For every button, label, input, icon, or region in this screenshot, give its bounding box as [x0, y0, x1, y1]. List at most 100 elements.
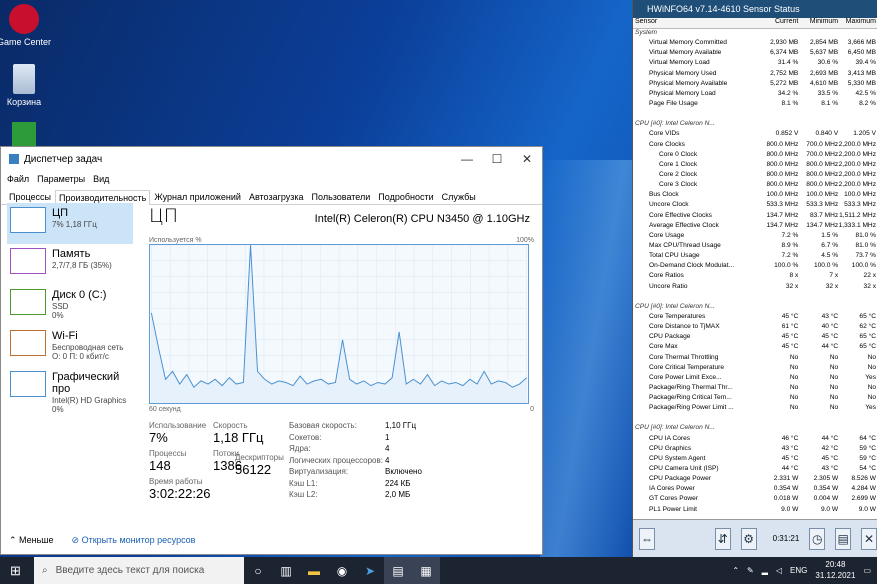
volume-icon[interactable]: ◁ [776, 566, 782, 575]
tab-details[interactable]: Подробности [374, 189, 437, 204]
sensor-row[interactable]: Core 3 Clock 800.0 MHz 800.0 MHz 2,200.0 MH… [633, 180, 877, 190]
sensor-row[interactable]: CPU Graphics 43 °C 42 °C 59 °C [633, 444, 877, 454]
resource-monitor-link[interactable]: ⊘ Открыть монитор ресурсов [72, 535, 196, 546]
sensor-row[interactable]: Max CPU/Thread Usage 8.9 % 6.7 % 81.0 % [633, 241, 877, 251]
sensor-row[interactable]: Average Effective Clock 134.7 MHz 134.7 MH… [633, 221, 877, 231]
sensor-row[interactable]: Core 0 Clock 800.0 MHz 700.0 MHz 2,200.0 MH… [633, 150, 877, 160]
report-button[interactable]: ▤ [835, 527, 852, 550]
task-view-icon[interactable]: ○ [244, 557, 272, 584]
nav-arrows-button[interactable]: ⇔ [639, 527, 655, 550]
sensor-row[interactable]: GT Cores Power 0.018 W 0.004 W 2.699 W [633, 494, 877, 504]
close-icon[interactable]: ✕ [861, 527, 877, 550]
sensor-row[interactable]: CPU System Agent 45 °C 45 °C 59 °C [633, 454, 877, 464]
desktop-icon-game-center[interactable]: Game Center [0, 4, 54, 47]
sensor-row[interactable]: Core Thermal Throttling No No No [633, 353, 877, 363]
tab-startup[interactable]: Автозагрузка [245, 189, 308, 204]
sensor-row[interactable]: Virtual Memory Available 6,374 MB 5,637 MB… [633, 48, 877, 58]
config-button[interactable]: ⚙ [740, 527, 757, 550]
title-bar[interactable]: Диспетчер задач — ☐ ✕ [1, 147, 542, 171]
sensor-row[interactable]: Core Effective Clocks 134.7 MHz 83.7 MHz 1,… [633, 211, 877, 221]
sensor-row[interactable]: Physical Memory Load 34.2 % 33.5 % 42.5 % [633, 89, 877, 99]
file-explorer-icon[interactable]: ▬ [300, 557, 328, 584]
sensor-row[interactable]: IA Cores Power 0.354 W 0.354 W 4.284 W [633, 484, 877, 494]
sensor-row[interactable]: On-Demand Clock Modulat... 100.0 % 100.0 %… [633, 261, 877, 271]
sensor-row[interactable]: CPU Camera Unit (ISP) 44 °C 43 °C 54 °C [633, 464, 877, 474]
sensor-row[interactable]: Core Critical Temperature No No No [633, 363, 877, 373]
resource-gpu[interactable]: Графический про Intel(R) HD Graphics 0% [7, 367, 133, 414]
tray-chevron-icon[interactable]: ⌃ [732, 566, 739, 575]
desktop-icon-recycle-bin[interactable]: Корзина [0, 64, 54, 107]
menu-options[interactable]: Параметры [37, 174, 85, 184]
title-bar[interactable]: HWiNFO64 v7.14-4610 Sensor Status [633, 0, 877, 18]
sensor-row[interactable]: Uncore Ratio 32 x 32 x 32 x [633, 282, 877, 292]
sensor-group-row[interactable]: CPU [#0]: Intel Celeron N... [633, 423, 877, 433]
language-indicator[interactable]: ENG [790, 566, 807, 575]
sensor-row[interactable]: Core Temperatures 45 °C 43 °C 65 °C [633, 312, 877, 322]
sensor-row[interactable]: Core Ratios 8 x 7 x 22 x [633, 271, 877, 281]
sensor-row[interactable]: Physical Memory Used 2,752 MB 2,693 MB 3,41… [633, 69, 877, 79]
search-box[interactable]: ⌕ Введите здесь текст для поиска [34, 557, 244, 584]
resource-wifi[interactable]: Wi-Fi Беспроводная сеть О: 0 П: 0 кбит/с [7, 326, 133, 367]
sensor-table[interactable]: System Virtual Memory Committed 2,930 MB 2,… [633, 28, 877, 519]
sensor-row[interactable]: CPU Package 45 °C 45 °C 65 °C [633, 332, 877, 342]
sensor-row[interactable]: Core Clocks 800.0 MHz 700.0 MHz 2,200.0 MHz [633, 140, 877, 150]
sensor-group-row[interactable]: CPU [#0]: Intel Celeron N... [633, 119, 877, 129]
sensor-row[interactable]: Core Usage 7.2 % 1.5 % 81.0 % [633, 231, 877, 241]
minimize-button[interactable]: — [452, 152, 482, 166]
col-current[interactable]: Current [758, 18, 798, 28]
sensor-row[interactable]: Page File Usage 8.1 % 8.1 % 8.2 % [633, 99, 877, 109]
telegram-icon[interactable]: ➤ [356, 557, 384, 584]
network-button[interactable]: ⇵ [714, 527, 731, 550]
col-sensor[interactable]: Sensor [633, 18, 758, 28]
sensor-row[interactable]: Core 2 Clock 800.0 MHz 800.0 MHz 2,200.0 MH… [633, 170, 877, 180]
col-maximum[interactable]: Maximum [838, 18, 877, 28]
taskbar-app-icon[interactable]: ▥ [272, 557, 300, 584]
hwinfo-window[interactable]: HWiNFO64 v7.14-4610 Sensor Status Sensor… [632, 0, 877, 557]
menu-view[interactable]: Вид [93, 174, 109, 184]
sensor-row[interactable]: Core Power Limit Exce... No No Yes [633, 373, 877, 383]
tray-pen-icon[interactable]: ✎ [747, 566, 754, 575]
sensor-row[interactable]: Package/Ring Thermal Thr... No No No [633, 383, 877, 393]
sensor-row[interactable]: CPU Package Power 2.331 W 2.305 W 8.526 W [633, 474, 877, 484]
tab-app-history[interactable]: Журнал приложений [150, 189, 245, 204]
sensor-row[interactable]: Virtual Memory Committed 2,930 MB 2,854 MB… [633, 38, 877, 48]
clock-icon[interactable]: ◷ [809, 527, 826, 550]
menu-file[interactable]: Файл [7, 174, 29, 184]
sensor-group-row[interactable]: CPU [#0]: Intel Celeron N... [633, 302, 877, 312]
minimum-value: 0.004 W [813, 495, 839, 503]
sensor-row[interactable]: Core Max 45 °C 44 °C 65 °C [633, 342, 877, 352]
sensor-row[interactable]: Core Distance to TjMAX 61 °C 40 °C 62 °C [633, 322, 877, 332]
resource-disk[interactable]: Диск 0 (C:) SSD 0% [7, 285, 133, 326]
sensor-row[interactable]: Package/Ring Power Limit ... No No Yes [633, 403, 877, 413]
sensor-name: Virtual Memory Committed [649, 39, 727, 47]
fewer-details-button[interactable]: ⌃ Меньше [9, 535, 54, 546]
sensor-group-row[interactable]: System [633, 28, 877, 38]
sensor-row[interactable]: Physical Memory Available 5,272 MB 4,610 M… [633, 79, 877, 89]
sensor-row[interactable]: Uncore Clock 533.3 MHz 533.3 MHz 533.3 MHz [633, 200, 877, 210]
tab-users[interactable]: Пользователи [308, 189, 375, 204]
start-windows-icon[interactable]: ⊞ [10, 563, 21, 579]
sensor-row[interactable]: Bus Clock 100.0 MHz 100.0 MHz 100.0 MHz [633, 190, 877, 200]
tab-processes[interactable]: Процессы [5, 189, 55, 204]
sensor-row[interactable]: Package/Ring Critical Tem... No No No [633, 393, 877, 403]
sensor-row[interactable]: CPU IA Cores 46 °C 44 °C 64 °C [633, 434, 877, 444]
close-button[interactable]: ✕ [512, 152, 542, 166]
task-manager-window[interactable]: Диспетчер задач — ☐ ✕ Файл Параметры Вид… [0, 146, 543, 555]
maximize-button[interactable]: ☐ [482, 152, 512, 166]
resource-memory[interactable]: Память 2,7/7,8 ГБ (35%) [7, 244, 133, 285]
col-minimum[interactable]: Minimum [798, 18, 838, 28]
resource-cpu[interactable]: ЦП 7% 1,18 ГГц [7, 203, 133, 244]
chrome-icon[interactable]: ◉ [328, 557, 356, 584]
clock[interactable]: 20:48 31.12.2021 [815, 559, 855, 581]
task-manager-taskbar-icon[interactable]: ▤ [384, 557, 412, 584]
notifications-icon[interactable]: ▭ [863, 566, 871, 575]
sensor-row[interactable]: Core VIDs 0.852 V 0.840 V 1.205 V [633, 129, 877, 139]
minimum-value: 40 °C [821, 323, 839, 331]
network-icon[interactable]: ▂ [762, 566, 768, 575]
sensor-row[interactable]: Virtual Memory Load 31.4 % 30.6 % 39.4 % [633, 58, 877, 68]
tab-services[interactable]: Службы [438, 189, 480, 204]
sensor-row[interactable]: PL1 Power Limit 9.0 W 9.0 W 9.0 W [633, 505, 877, 515]
sensor-row[interactable]: Core 1 Clock 800.0 MHz 800.0 MHz 2,200.0 MH… [633, 160, 877, 170]
hwinfo-taskbar-icon[interactable]: ▦ [412, 557, 440, 584]
sensor-row[interactable]: Total CPU Usage 7.2 % 4.5 % 73.7 % [633, 251, 877, 261]
